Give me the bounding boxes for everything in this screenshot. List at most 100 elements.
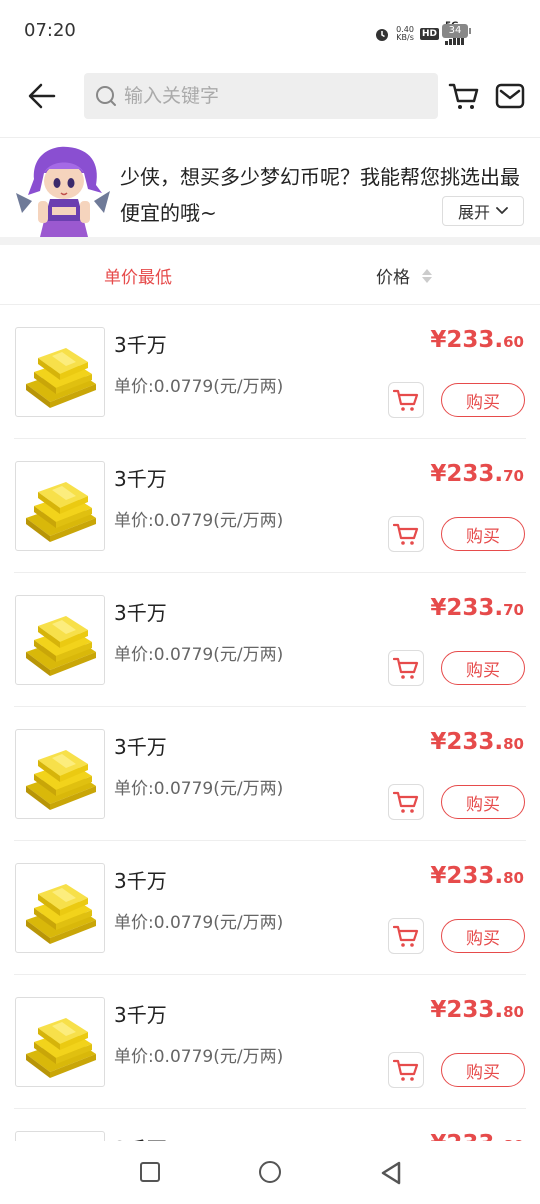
buy-button[interactable]: 购买 bbox=[441, 383, 525, 417]
item-price: ¥233. 60 bbox=[430, 327, 524, 353]
add-to-cart-button[interactable] bbox=[388, 382, 424, 418]
page: 07:20 0.40 KB/s HD 5G 34 bbox=[0, 0, 540, 1204]
buy-button[interactable]: 购买 bbox=[441, 651, 525, 685]
item-title: 3千万 bbox=[114, 1133, 167, 1141]
alarm-icon bbox=[376, 28, 389, 41]
expand-button[interactable]: 展开 bbox=[442, 196, 524, 226]
gold-bars-icon bbox=[15, 997, 105, 1087]
assistant-avatar bbox=[16, 146, 110, 237]
top-bar bbox=[0, 62, 540, 138]
price-integer: ¥233. bbox=[430, 461, 504, 487]
nav-back-button[interactable] bbox=[380, 1161, 402, 1185]
price-decimal: 80 bbox=[503, 1003, 524, 1021]
sort-price-label: 价格 bbox=[376, 268, 410, 288]
item-unit-price: 单价:0.0779(元/万两) bbox=[114, 913, 284, 933]
item-title: 3千万 bbox=[114, 601, 167, 625]
item-unit-price: 单价:0.0779(元/万两) bbox=[114, 645, 284, 665]
price-integer: ¥233. bbox=[430, 327, 504, 353]
price-integer: ¥233. bbox=[430, 595, 504, 621]
item-title: 3千万 bbox=[114, 869, 167, 893]
list-item[interactable]: 3千万 单价:0.0779(元/万两) ¥233.80 购买 bbox=[0, 975, 540, 1109]
list-item[interactable]: 3千万 单价:0.0779(元/万两) ¥233. 70 购买 bbox=[0, 573, 540, 707]
item-unit-price: 单价:0.0779(元/万两) bbox=[114, 511, 284, 531]
item-title: 3千万 bbox=[114, 1003, 167, 1027]
buy-button[interactable]: 购买 bbox=[441, 517, 525, 551]
gold-bars-icon bbox=[15, 729, 105, 819]
price-integer: ¥233. bbox=[430, 729, 504, 755]
list-item[interactable]: 3千万 单价:0.0779(元/万两) ¥233. 60 购买 bbox=[0, 305, 540, 439]
home-button[interactable] bbox=[259, 1161, 281, 1183]
add-to-cart-button[interactable] bbox=[388, 1052, 424, 1088]
item-title: 3千万 bbox=[114, 333, 167, 357]
add-to-cart-button[interactable] bbox=[388, 650, 424, 686]
item-unit-price: 单价:0.0779(元/万两) bbox=[114, 1047, 284, 1067]
search-icon bbox=[96, 86, 116, 106]
battery-icon: 34 bbox=[442, 24, 471, 38]
sort-arrows-icon bbox=[422, 268, 432, 283]
price-integer: ¥233. bbox=[430, 997, 504, 1023]
cart-button[interactable] bbox=[448, 80, 480, 112]
cart-icon bbox=[393, 925, 419, 947]
assistant-banner: 少侠，想买多少梦幻币呢？我能帮您挑选出最便宜的哦~ 展开 bbox=[0, 139, 540, 237]
item-unit-price: 单价:0.0779(元/万两) bbox=[114, 779, 284, 799]
product-list: 3千万 单价:0.0779(元/万两) ¥233. 60 购买 3千万 单价:0… bbox=[0, 305, 540, 1141]
price-decimal: 70 bbox=[503, 601, 524, 619]
price-decimal: 80 bbox=[503, 735, 524, 753]
gold-bars-icon bbox=[15, 327, 105, 417]
item-price: ¥233.80 bbox=[430, 863, 524, 889]
item-price: ¥233.80 bbox=[430, 1131, 524, 1141]
cart-icon bbox=[393, 791, 419, 813]
gold-bars-icon bbox=[15, 1131, 105, 1141]
section-divider bbox=[0, 237, 540, 245]
list-item[interactable]: 3千万 单价:0.0779(元/万两) ¥233.80 购买 bbox=[0, 841, 540, 975]
item-price: ¥233. 70 bbox=[430, 595, 524, 621]
arrow-left-icon bbox=[28, 83, 56, 109]
price-decimal: 80 bbox=[503, 869, 524, 887]
message-button[interactable] bbox=[495, 82, 525, 110]
item-price: ¥233. 70 bbox=[430, 461, 524, 487]
back-button[interactable] bbox=[24, 78, 60, 114]
buy-button[interactable]: 购买 bbox=[441, 919, 525, 953]
hd-badge: HD bbox=[419, 27, 439, 40]
add-to-cart-button[interactable] bbox=[388, 918, 424, 954]
net-speed-unit: KB/s bbox=[396, 32, 414, 42]
add-to-cart-button[interactable] bbox=[388, 516, 424, 552]
status-bar: 07:20 0.40 KB/s HD 5G 34 bbox=[0, 0, 540, 62]
recent-apps-button[interactable] bbox=[140, 1162, 160, 1182]
gold-bars-icon bbox=[15, 461, 105, 551]
gold-bars-icon bbox=[15, 863, 105, 953]
sort-bar: 单价最低 价格 bbox=[0, 245, 540, 305]
item-title: 3千万 bbox=[114, 467, 167, 491]
price-decimal: 60 bbox=[503, 333, 524, 351]
cart-icon bbox=[393, 523, 419, 545]
expand-label: 展开 bbox=[457, 203, 490, 222]
mail-icon bbox=[495, 83, 525, 109]
chevron-down-icon bbox=[496, 207, 508, 214]
cart-icon bbox=[393, 389, 419, 411]
system-nav-bar bbox=[0, 1141, 540, 1204]
list-item[interactable]: 3千万 单价:0.0779(元/万两) ¥233.80 购买 bbox=[0, 707, 540, 841]
list-item[interactable]: 3千万 单价:0.0779(元/万两) ¥233. 70 购买 bbox=[0, 439, 540, 573]
search-input[interactable] bbox=[124, 85, 424, 107]
add-to-cart-button[interactable] bbox=[388, 784, 424, 820]
buy-button[interactable]: 购买 bbox=[441, 785, 525, 819]
item-title: 3千万 bbox=[114, 735, 167, 759]
item-unit-price: 单价:0.0779(元/万两) bbox=[114, 377, 284, 397]
sort-unit-price-tab[interactable]: 单价最低 bbox=[104, 263, 172, 288]
status-time: 07:20 bbox=[24, 20, 76, 41]
item-price: ¥233.80 bbox=[430, 729, 524, 755]
sort-price-tab[interactable]: 价格 bbox=[376, 263, 432, 288]
list-item[interactable]: 3千万 单价:0.0779(元/万两) ¥233.80 购买 bbox=[0, 1109, 540, 1141]
cart-icon bbox=[393, 657, 419, 679]
price-integer: ¥233. bbox=[430, 863, 504, 889]
buy-button[interactable]: 购买 bbox=[441, 1053, 525, 1087]
net-speed: 0.40 KB/s bbox=[396, 25, 414, 42]
price-integer: ¥233. bbox=[430, 1131, 503, 1141]
search-bar[interactable] bbox=[84, 73, 438, 119]
price-decimal: 70 bbox=[503, 467, 524, 485]
cart-icon bbox=[448, 83, 479, 109]
battery-level: 34 bbox=[448, 25, 462, 36]
cart-icon bbox=[393, 1059, 419, 1081]
gold-bars-icon bbox=[15, 595, 105, 685]
item-price: ¥233.80 bbox=[430, 997, 524, 1023]
